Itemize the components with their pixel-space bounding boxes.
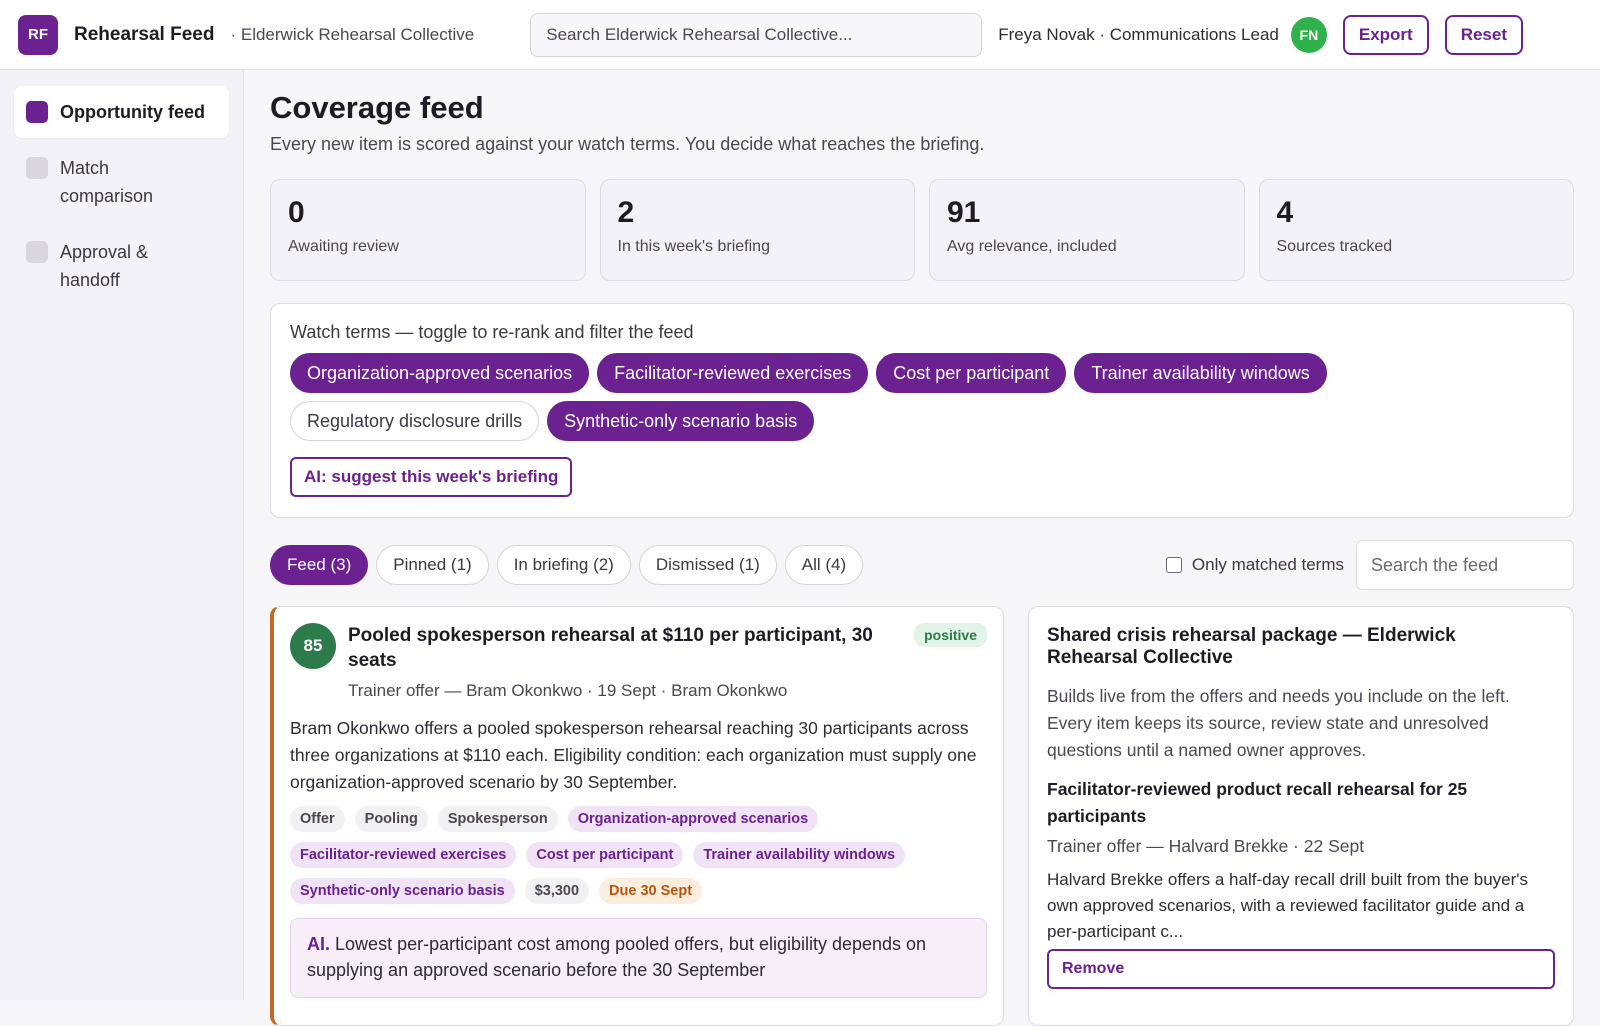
watch-term-chip[interactable]: Synthetic-only scenario basis [547,401,815,441]
matched-term-tag: Cost per participant [526,842,684,868]
watch-term-chip[interactable]: Cost per participant [876,353,1067,393]
global-search-input[interactable] [530,12,983,57]
page-subtitle: Every new item is scored against your wa… [270,134,985,154]
stat-value: 2 [617,196,635,229]
amount-tag: $3,300 [524,878,590,904]
nav-square-icon [26,241,48,263]
feed-item-tags: Offer Pooling Spokesperson Organization-… [290,806,950,904]
remove-button[interactable]: Remove [1047,949,1555,989]
sidebar-item-approval-handoff[interactable]: Approval & handoff [14,226,229,306]
watch-term-chip[interactable]: Facilitator-reviewed exercises [597,353,869,393]
only-matched-checkbox[interactable] [1165,557,1182,573]
stats-row: 0 Awaiting review 2 In this week's brief… [270,179,1574,281]
page-title: Coverage feed [270,90,484,125]
watch-term-chip[interactable]: Trainer availability windows [1074,353,1327,393]
matched-term-tag: Facilitator-reviewed exercises [290,842,517,868]
feed-item-title-wrap: Pooled spokesperson rehearsal at $110 pe… [348,623,906,701]
sidebar-item-opportunity-feed[interactable]: Opportunity feed [14,86,229,138]
sidebar: Opportunity feed Match comparison Approv… [0,70,244,1000]
sidebar-item-label: Match comparison [60,158,154,206]
export-button[interactable]: Export [1342,14,1429,55]
tab-all[interactable]: All (4) [784,545,864,585]
sentiment-badge: positive [914,623,987,647]
tab-feed[interactable]: Feed (3) [270,545,369,585]
feed-item-meta: Trainer offer — Bram Okonkwo · 19 Sept ·… [348,681,788,700]
ai-note-label: AI. [307,934,331,954]
package-description: Builds live from the offers and needs yo… [1047,686,1510,760]
relevance-score-badge: 85 [290,623,336,669]
stat-avg-relevance: 91 Avg relevance, included [929,179,1245,281]
stat-label: Sources tracked [1276,238,1393,255]
reset-button[interactable]: Reset [1444,14,1524,55]
stat-value: 91 [947,196,981,229]
tag: Offer [290,806,345,832]
sidebar-item-match-comparison[interactable]: Match comparison [14,142,229,222]
sidebar-item-label: Opportunity feed [60,102,205,122]
ai-suggest-briefing-button[interactable]: AI: suggest this week's briefing [290,457,573,497]
stat-awaiting-review: 0 Awaiting review [270,179,586,281]
package-item-title: Facilitator-reviewed product recall rehe… [1047,779,1468,826]
package-item-body: Halvard Brekke offers a half-day recall … [1047,870,1529,941]
stat-sources-tracked: 4 Sources tracked [1258,179,1574,281]
filter-row: Feed (3) Pinned (1) In briefing (2) Dism… [270,540,1574,590]
stat-label: Avg relevance, included [947,238,1117,255]
stat-label: Awaiting review [288,238,399,255]
only-matched-toggle[interactable]: Only matched terms [1165,555,1344,575]
tab-in-briefing[interactable]: In briefing (2) [496,545,631,585]
ai-note: AI. Lowest per-participant cost among po… [290,918,987,998]
avatar[interactable]: FN [1290,16,1327,53]
matched-term-tag: Trainer availability windows [693,842,906,868]
matched-term-tag: Synthetic-only scenario basis [290,878,515,904]
stat-label: In this week's briefing [617,238,770,255]
stat-value: 4 [1276,196,1294,229]
organization-name: · Elderwick Rehearsal Collective [230,24,475,44]
watch-term-chip[interactable]: Regulatory disclosure drills [290,401,540,441]
content-row: 85 Pooled spokesperson rehearsal at $110… [270,606,1574,1026]
rehearsal-package-panel: Shared crisis rehearsal package — Elderw… [1028,606,1574,1026]
feed-item-card[interactable]: 85 Pooled spokesperson rehearsal at $110… [270,606,1004,1026]
package-item-meta: Trainer offer — Halvard Brekke · 22 Sept [1047,836,1365,856]
watch-term-chips: Organization-approved scenarios Facilita… [290,353,1390,441]
tag: Spokesperson [437,806,558,832]
feed-item-title[interactable]: Pooled spokesperson rehearsal at $110 pe… [348,623,878,673]
watch-term-chip[interactable]: Organization-approved scenarios [290,353,590,393]
matched-term-tag: Organization-approved scenarios [567,806,819,832]
stat-value: 0 [288,196,305,229]
tab-dismissed[interactable]: Dismissed (1) [638,545,777,585]
main-content: Coverage feed Every new item is scored a… [270,70,1574,1026]
sidebar-item-label: Approval & handoff [60,242,149,290]
feed-search-input[interactable] [1356,540,1574,590]
nav-square-icon [26,101,48,123]
feed-item-header: 85 Pooled spokesperson rehearsal at $110… [290,623,987,701]
tag: Pooling [354,806,428,832]
stat-in-briefing: 2 In this week's briefing [599,179,915,281]
feed-item-body: Bram Okonkwo offers a pooled spokesperso… [290,718,977,792]
watch-terms-panel: Watch terms — toggle to re-rank and filt… [270,303,1574,518]
app-logo: RF [18,14,58,55]
top-bar: RF Rehearsal Feed · Elderwick Rehearsal … [0,0,1600,70]
user-label: Freya Novak · Communications Lead [998,24,1279,44]
nav-square-icon [26,157,48,179]
package-title: Shared crisis rehearsal package — Elderw… [1047,625,1456,668]
ai-note-text: Lowest per-participant cost among pooled… [307,934,927,980]
tab-pinned[interactable]: Pinned (1) [376,545,489,585]
only-matched-label: Only matched terms [1191,555,1344,574]
watch-terms-title: Watch terms — toggle to re-rank and filt… [290,322,694,342]
app-title: Rehearsal Feed [74,23,215,45]
due-date-tag: Due 30 Sept [599,878,703,904]
